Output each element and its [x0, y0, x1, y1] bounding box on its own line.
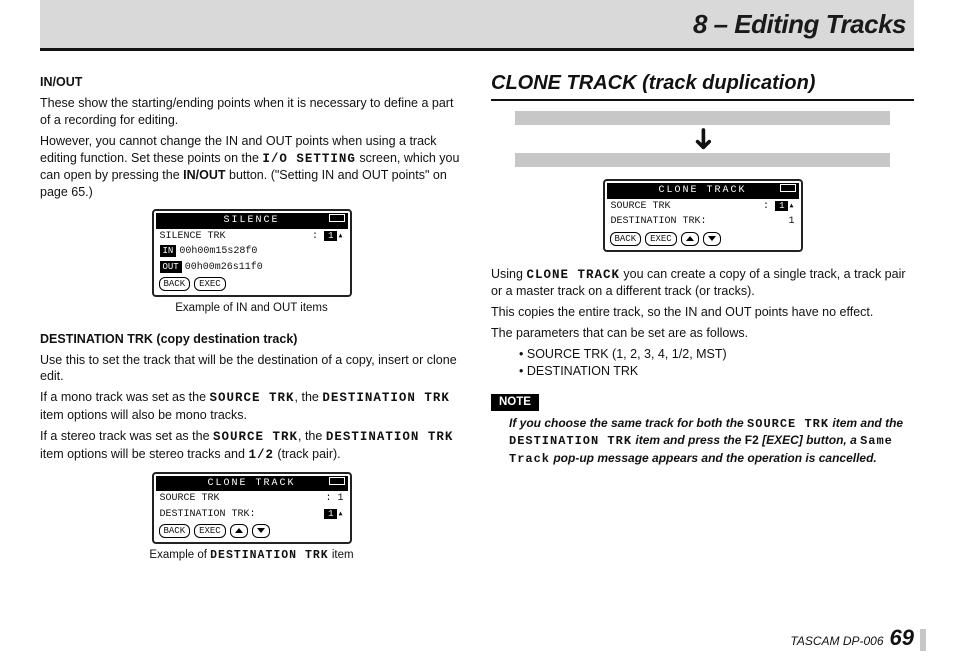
- lcd-down-btn: [703, 232, 721, 246]
- lcd-box: CLONE TRACK SOURCE TRK: 1 DESTINATION TR…: [152, 472, 352, 545]
- figure-silence-screen: SILENCE SILENCE TRK: 1▴ IN00h00m15s28f0 …: [152, 209, 352, 297]
- section-heading: CLONE TRACK (track duplication): [491, 70, 914, 97]
- lcd-down-btn: [252, 524, 270, 538]
- dest-p2: If a mono track was set as the SOURCE TR…: [40, 389, 463, 424]
- lcd-up-btn: [681, 232, 699, 246]
- lcd-box: CLONE TRACK SOURCE TRK: 1▴ DESTINATION T…: [603, 179, 803, 252]
- lcd-row-source: SOURCE TRK: 1: [156, 491, 348, 507]
- lcd-row-silence-trk: SILENCE TRK: 1▴: [156, 229, 348, 245]
- clone-p3: The parameters that can be set are as fo…: [491, 325, 914, 342]
- down-arrow-icon: ➜: [693, 124, 713, 154]
- footer-model: TASCAM DP-006: [790, 634, 883, 648]
- param-list: SOURCE TRK (1, 2, 3, 4, 1/2, MST) DESTIN…: [519, 346, 914, 380]
- io-setting-text: I/O SETTING: [262, 152, 356, 166]
- fig1-caption: Example of IN and OUT items: [40, 301, 463, 317]
- figure-clone-screen-right: CLONE TRACK SOURCE TRK: 1▴ DESTINATION T…: [603, 179, 803, 252]
- chapter-title: 8 – Editing Tracks: [693, 9, 914, 40]
- lcd-exec-btn: EXEC: [194, 524, 226, 538]
- lcd-back-btn: BACK: [159, 524, 191, 538]
- lcd-up-btn: [230, 524, 248, 538]
- content-columns: IN/OUT These show the starting/ending po…: [0, 48, 954, 564]
- lcd-exec-btn: EXEC: [194, 277, 226, 291]
- lcd-row-dest: DESTINATION TRK:1▴: [156, 507, 348, 523]
- lcd-row-out: OUT00h00m26s11f0: [156, 260, 348, 276]
- note-body: If you choose the same track for both th…: [509, 415, 914, 467]
- lcd-row-dest: DESTINATION TRK:1: [607, 214, 799, 230]
- header-rule: [40, 48, 914, 51]
- battery-icon: [780, 184, 796, 192]
- dest-p3: If a stereo track was set as the SOURCE …: [40, 428, 463, 464]
- clone-p1: Using CLONE TRACK you can create a copy …: [491, 266, 914, 301]
- right-column: CLONE TRACK (track duplication) ➜ .down-…: [491, 70, 914, 564]
- lcd-footer: BACK EXEC: [156, 275, 348, 293]
- lcd-row-source: SOURCE TRK: 1▴: [607, 199, 799, 215]
- lcd-row-in: IN00h00m15s28f0: [156, 244, 348, 260]
- figure-clone-screen-left: CLONE TRACK SOURCE TRK: 1 DESTINATION TR…: [152, 472, 352, 545]
- lcd-back-btn: BACK: [610, 232, 642, 246]
- inout-heading: IN/OUT: [40, 74, 463, 91]
- footer-tab-mark: [920, 629, 926, 651]
- flow-bar-top: [515, 111, 890, 125]
- flow-bar-bottom: [515, 153, 890, 167]
- inout-button-ref: IN/OUT: [183, 168, 225, 182]
- fig2-caption: Example of DESTINATION TRK item: [40, 548, 463, 564]
- lcd-footer: BACK EXEC: [156, 522, 348, 540]
- clone-p2: This copies the entire track, so the IN …: [491, 304, 914, 321]
- battery-icon: [329, 214, 345, 222]
- page-footer: TASCAM DP-006 69: [790, 625, 914, 651]
- left-column: IN/OUT These show the starting/ending po…: [40, 70, 463, 564]
- section-rule: [491, 99, 914, 101]
- note-label: NOTE: [491, 394, 539, 412]
- lcd-box: SILENCE SILENCE TRK: 1▴ IN00h00m15s28f0 …: [152, 209, 352, 297]
- lcd-exec-btn: EXEC: [645, 232, 677, 246]
- page-number: 69: [890, 625, 914, 651]
- lcd-title: CLONE TRACK: [607, 183, 799, 199]
- inout-p2: However, you cannot change the IN and OU…: [40, 133, 463, 202]
- chapter-header: 8 – Editing Tracks: [40, 0, 914, 48]
- battery-icon: [329, 477, 345, 485]
- param-dest: DESTINATION TRK: [519, 363, 914, 380]
- lcd-footer: BACK EXEC: [607, 230, 799, 248]
- lcd-back-btn: BACK: [159, 277, 191, 291]
- lcd-title: SILENCE: [156, 213, 348, 229]
- param-source: SOURCE TRK (1, 2, 3, 4, 1/2, MST): [519, 346, 914, 363]
- lcd-title: CLONE TRACK: [156, 476, 348, 492]
- dest-p1: Use this to set the track that will be t…: [40, 352, 463, 386]
- dest-heading: DESTINATION TRK (copy destination track): [40, 331, 463, 348]
- inout-p1: These show the starting/ending points wh…: [40, 95, 463, 129]
